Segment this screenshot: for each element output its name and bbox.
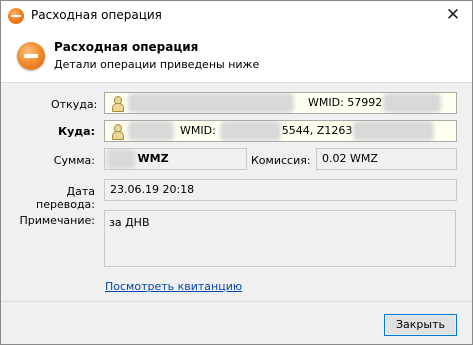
expense-minus-icon (17, 42, 45, 70)
window-title: Расходная операция (31, 8, 162, 22)
header-subtitle: Детали операции приведены ниже (54, 58, 260, 71)
amount-field: WMZ (104, 148, 247, 170)
redacted-wmid (385, 96, 438, 110)
redacted-wmid (223, 124, 279, 138)
person-icon (110, 95, 124, 112)
note-field: за ДНВ (104, 210, 456, 267)
redacted-name (130, 96, 291, 110)
note-label: Примечание: (19, 214, 95, 227)
close-button[interactable]: Закрыть (384, 314, 457, 336)
redacted-amount (110, 152, 132, 166)
view-receipt-link[interactable]: Посмотреть квитанцию (105, 280, 242, 293)
dialog-header: Расходная операция Детали операции приве… (1, 31, 472, 83)
header-title: Расходная операция (54, 40, 199, 54)
person-icon (110, 123, 124, 140)
redacted-purse (355, 124, 431, 138)
date-field: 23.06.19 20:18 (104, 179, 457, 201)
amount-label: Сумма: (53, 154, 95, 167)
footer-divider (1, 301, 472, 302)
webmoney-expense-icon (8, 8, 24, 24)
to-wmid: WMID: (180, 124, 216, 137)
commission-label: Комиссия: (251, 154, 311, 167)
dialog-window: Расходная операция ✕ Расходная операция … (0, 0, 473, 345)
from-label: Откуда: (51, 98, 98, 111)
close-icon[interactable]: ✕ (438, 1, 468, 29)
note-value: за ДНВ (109, 216, 150, 229)
commission-value: 0.02 WMZ (322, 152, 378, 165)
redacted-name (130, 124, 171, 138)
to-purse: 5544, Z1263 (281, 124, 353, 137)
date-value: 23.06.19 20:18 (110, 183, 195, 196)
date-label: Дата перевода: (36, 185, 95, 211)
to-field[interactable]: WMID: 5544, Z1263 (104, 120, 457, 142)
to-label: Куда: (58, 125, 95, 138)
title-bar[interactable]: Расходная операция ✕ (1, 1, 472, 31)
amount-currency: WMZ (137, 152, 169, 165)
from-field[interactable]: WMID: 57992 (104, 92, 457, 114)
from-wmid: WMID: 57992 (308, 96, 383, 109)
commission-field: 0.02 WMZ (316, 148, 457, 170)
